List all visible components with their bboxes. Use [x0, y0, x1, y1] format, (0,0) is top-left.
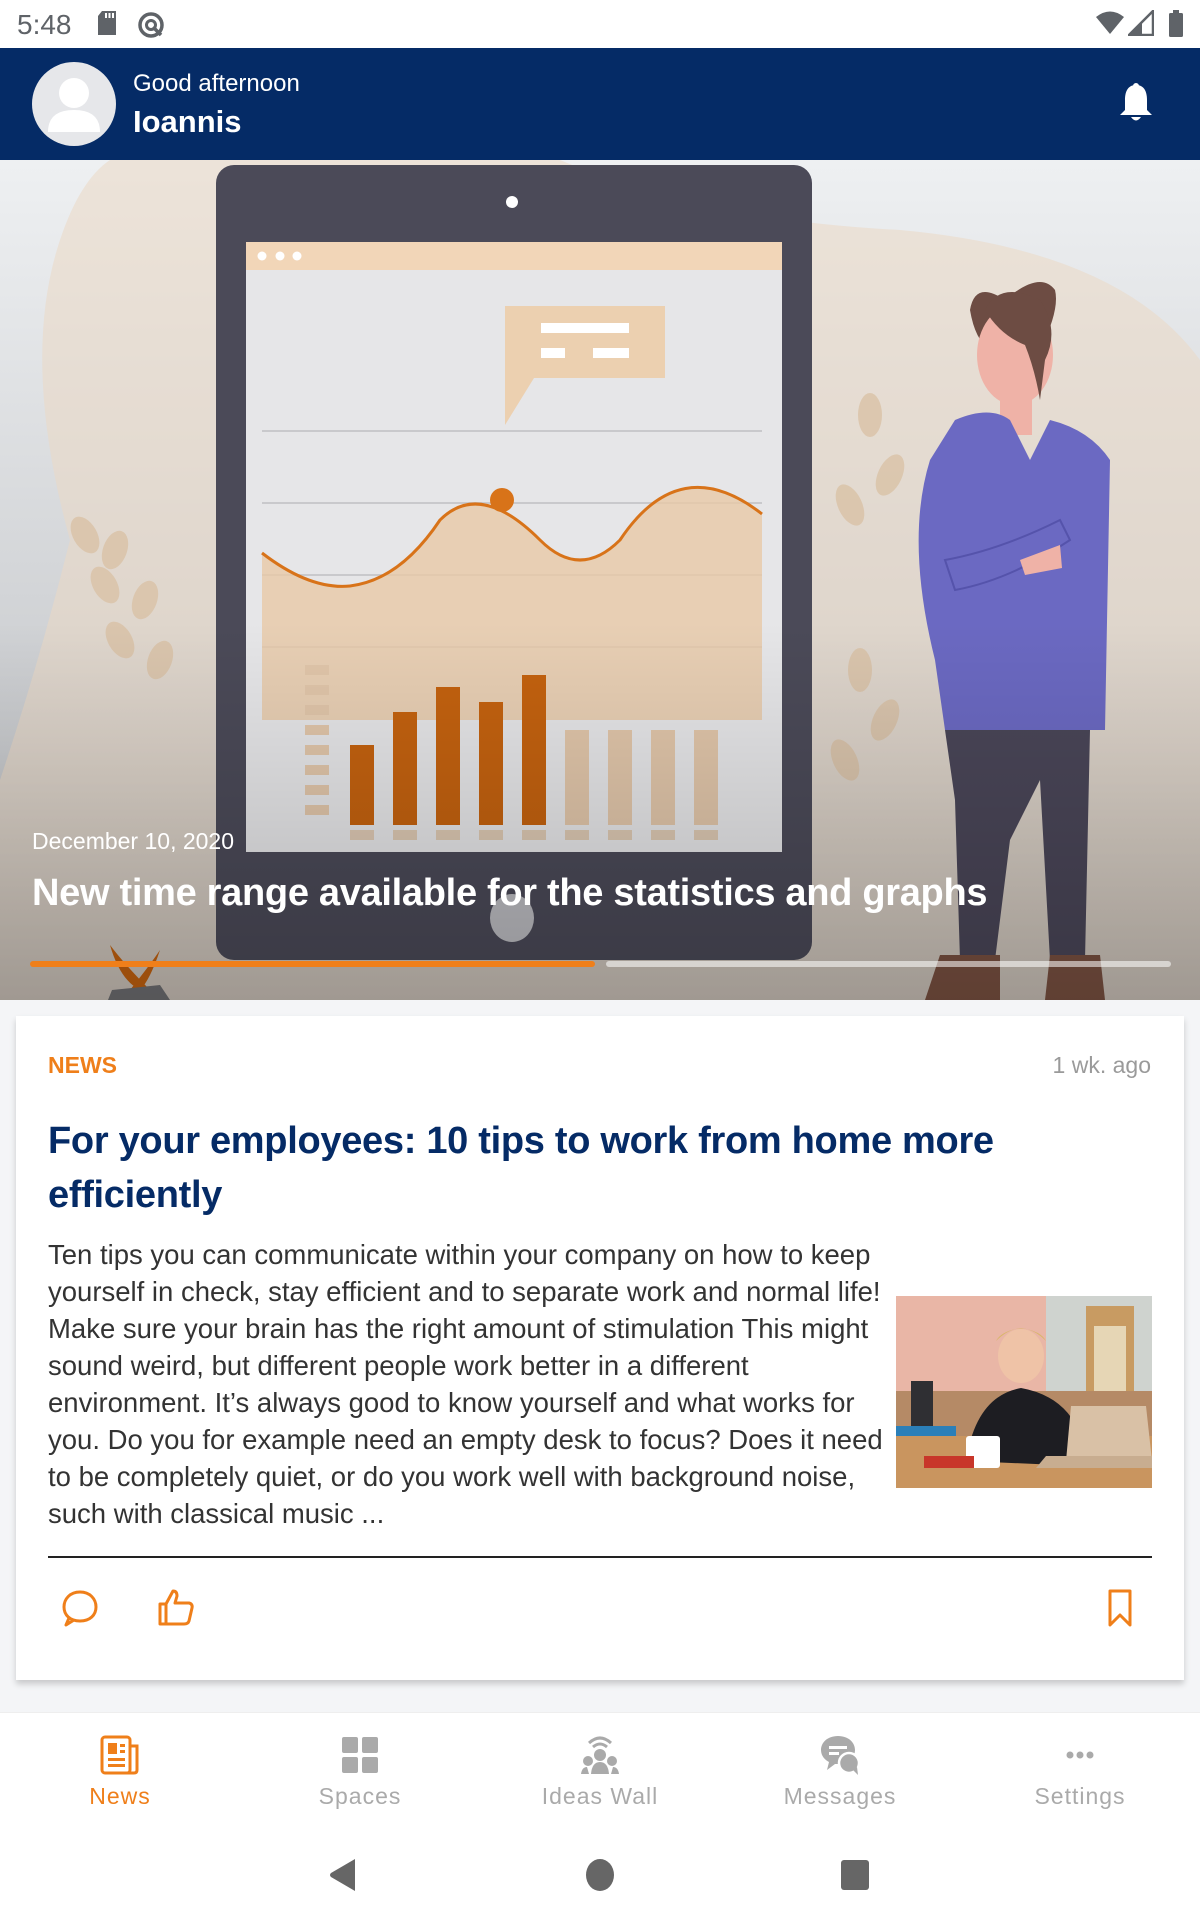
bookmark-icon[interactable]	[1096, 1584, 1144, 1632]
nav-label: News	[89, 1783, 151, 1809]
username: Ioannis	[133, 104, 242, 139]
nav-label: Spaces	[318, 1783, 402, 1809]
status-time: 5:48	[17, 9, 72, 40]
system-navigation-bar	[0, 1830, 1200, 1920]
carousel-indicator-active[interactable]	[30, 961, 595, 967]
user-avatar-icon[interactable]	[32, 62, 116, 146]
hero-carousel[interactable]: December 10, 2020 New time range availab…	[0, 160, 1200, 1000]
more-dots-icon	[1058, 1733, 1102, 1777]
article-thumbnail[interactable]	[896, 1296, 1152, 1488]
signal-icon	[1125, 7, 1155, 41]
back-icon[interactable]	[328, 1858, 358, 1897]
category-label: NEWS	[48, 1052, 117, 1078]
battery-icon	[1168, 10, 1184, 43]
article-title[interactable]: For your employees: 10 tips to work from…	[48, 1114, 1068, 1222]
greeting-text: Good afternoon	[133, 70, 300, 97]
data-saver-icon	[136, 10, 166, 45]
bell-icon[interactable]	[1118, 82, 1154, 129]
comment-icon[interactable]	[56, 1584, 104, 1632]
app-header: Good afternoon Ioannis	[0, 48, 1200, 160]
article-excerpt: Ten tips you can communicate within your…	[48, 1239, 883, 1529]
thumbs-up-icon[interactable]	[152, 1584, 200, 1632]
hero-date: December 10, 2020	[32, 828, 235, 854]
grid-icon	[338, 1733, 382, 1777]
nav-item-messages[interactable]: Messages	[720, 1713, 960, 1831]
hero-title[interactable]: New time range available for the statist…	[32, 872, 988, 915]
nav-item-spaces[interactable]: Spaces	[240, 1713, 480, 1831]
home-icon[interactable]	[585, 1858, 615, 1897]
carousel-indicator[interactable]	[606, 961, 1171, 967]
nav-item-settings[interactable]: Settings	[960, 1713, 1200, 1831]
bottom-navigation: News Spaces Ideas Wall Messages Settings	[0, 1712, 1200, 1830]
status-bar: 5:48	[0, 0, 1200, 48]
news-card[interactable]: NEWS 1 wk. ago For your employees: 10 ti…	[16, 1016, 1184, 1680]
wifi-icon	[1095, 10, 1125, 41]
ideas-broadcast-icon	[578, 1733, 622, 1777]
nav-item-news[interactable]: News	[0, 1713, 240, 1831]
nav-label: Ideas Wall	[541, 1783, 659, 1809]
nav-item-ideas-wall[interactable]: Ideas Wall	[480, 1713, 720, 1831]
newspaper-icon	[98, 1733, 142, 1777]
nav-label: Messages	[783, 1783, 897, 1809]
timestamp: 1 wk. ago	[1052, 1052, 1151, 1078]
sd-card-icon	[96, 10, 118, 41]
card-divider	[48, 1556, 1152, 1558]
chat-bubbles-icon	[818, 1733, 862, 1777]
nav-label: Settings	[1034, 1783, 1126, 1809]
recents-icon[interactable]	[840, 1858, 870, 1897]
